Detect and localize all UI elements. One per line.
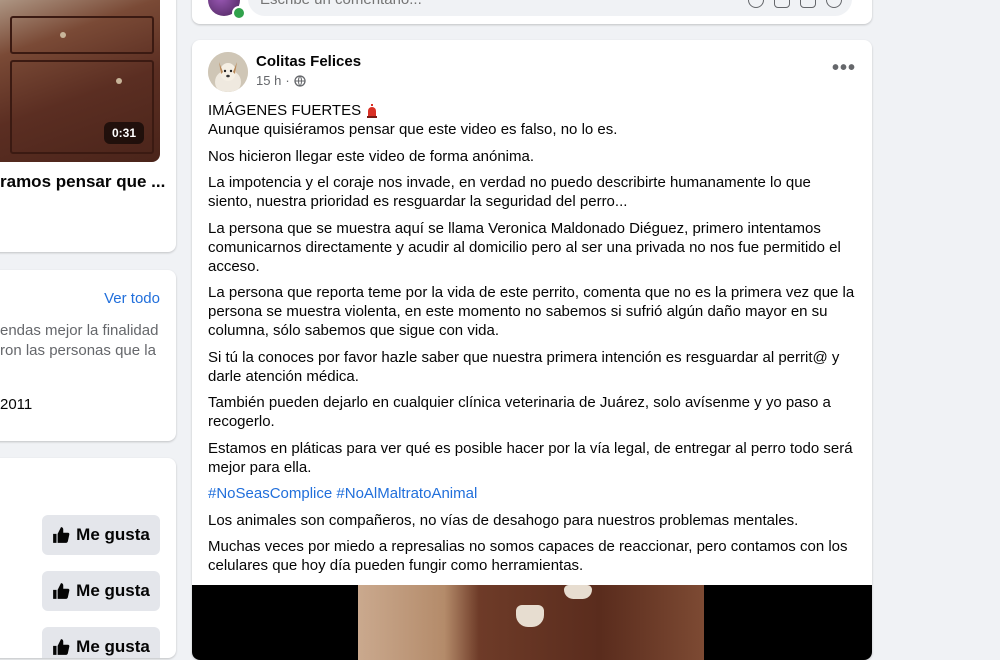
info-text-line: ron las personas que la xyxy=(0,342,156,359)
post-paragraph: Aunque quisiéramos pensar que este video… xyxy=(208,121,618,138)
post-heading-text: IMÁGENES FUERTES xyxy=(208,102,362,119)
video-title[interactable]: ramos pensar que ... xyxy=(0,172,165,192)
avatar[interactable] xyxy=(208,52,248,92)
lamp-shade xyxy=(564,585,592,599)
thumbs-up-icon xyxy=(53,639,70,655)
video-duration: 0:31 xyxy=(103,122,144,144)
suggestions-card: Me gusta Me gusta Me gusta xyxy=(0,458,176,658)
post-time[interactable]: 15 h xyxy=(256,73,281,88)
post-video[interactable] xyxy=(192,585,872,660)
post-paragraph: Los animales son compañeros, no vías de … xyxy=(208,511,799,529)
meta-separator: · xyxy=(285,73,290,88)
hashtag-link[interactable]: #NoAlMaltratoAnimal xyxy=(336,485,477,502)
lamp-shade xyxy=(516,605,544,627)
post-card: Colitas Felices 15 h · ••• IMÁGENES FUER… xyxy=(192,40,872,660)
camera-icon[interactable] xyxy=(774,0,790,8)
online-status-icon xyxy=(232,6,246,20)
post-heading: IMÁGENES FUERTES xyxy=(208,101,858,120)
cabinet-knob xyxy=(60,32,66,38)
post-paragraph: También pueden dejarlo en cualquier clín… xyxy=(208,394,831,430)
cabinet-knob xyxy=(116,78,122,84)
like-button-label: Me gusta xyxy=(76,581,150,600)
thumbs-up-icon xyxy=(53,527,70,543)
video-thumbnail[interactable]: 0:31 xyxy=(0,0,160,162)
hashtag-link[interactable]: #NoSeasComplice xyxy=(208,485,332,502)
post-body: IMÁGENES FUERTES Aunque quisiéramos pens… xyxy=(208,101,858,583)
siren-icon xyxy=(367,103,378,118)
info-card: Ver todo endas mejor la finalidad ron la… xyxy=(0,270,176,441)
thumbs-up-icon xyxy=(53,583,70,599)
post-paragraph: Estamos en pláticas para ver qué es posi… xyxy=(208,439,853,476)
dog-icon xyxy=(208,52,248,92)
post-paragraph: Muchas veces por miedo a represalias no … xyxy=(208,538,848,574)
see-all-link[interactable]: Ver todo xyxy=(104,290,160,307)
comment-composer-card xyxy=(192,0,872,24)
post-hashtags: #NoSeasComplice #NoAlMaltratoAnimal xyxy=(208,484,858,503)
like-page-button[interactable]: Me gusta xyxy=(42,627,160,658)
post-paragraph: La impotencia y el coraje nos invade, en… xyxy=(208,174,811,210)
right-pane xyxy=(885,0,1000,646)
gif-icon[interactable] xyxy=(800,0,816,8)
post-meta: 15 h · xyxy=(256,73,306,88)
post-author[interactable]: Colitas Felices xyxy=(256,53,361,70)
info-text-line: endas mejor la finalidad xyxy=(0,322,159,339)
video-card[interactable]: 0:31 ramos pensar que ... xyxy=(0,0,176,252)
like-page-button[interactable]: Me gusta xyxy=(42,571,160,611)
post-paragraph: Nos hicieron llegar este video de forma … xyxy=(208,147,535,165)
like-page-button[interactable]: Me gusta xyxy=(42,515,160,555)
post-paragraph: Si tú la conoces por favor hazle saber q… xyxy=(208,348,840,385)
post-paragraph: La persona que se muestra aquí se llama … xyxy=(208,219,841,275)
info-year: 2011 xyxy=(0,396,33,413)
globe-icon[interactable] xyxy=(294,74,306,87)
video-frame[interactable] xyxy=(358,585,704,660)
post-paragraph: La persona que reporta teme por la vida … xyxy=(208,284,855,339)
more-options-icon[interactable]: ••• xyxy=(832,58,856,78)
cabinet-drawer xyxy=(10,16,154,54)
like-button-label: Me gusta xyxy=(76,525,150,544)
like-button-label: Me gusta xyxy=(76,637,150,656)
